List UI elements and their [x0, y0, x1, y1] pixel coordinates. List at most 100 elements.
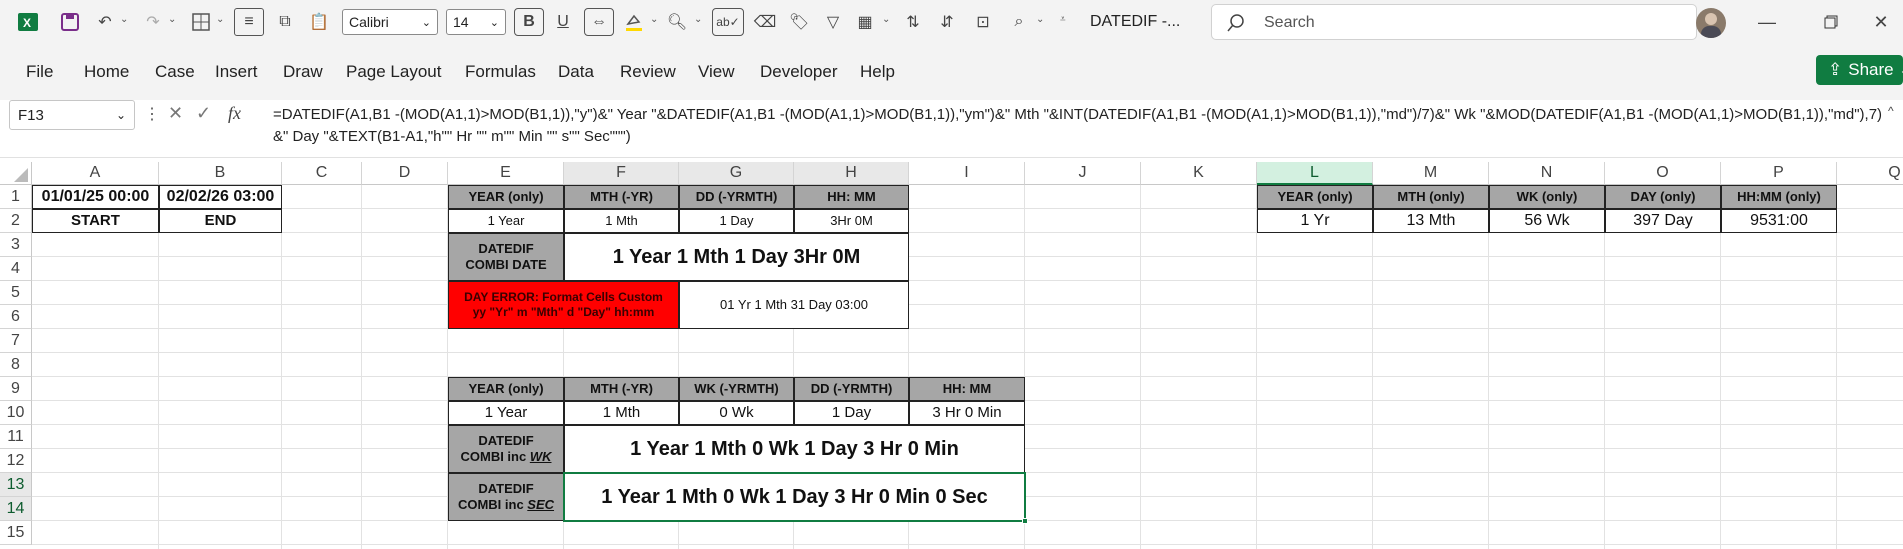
table1-error-value[interactable]: 01 Yr 1 Mth 31 Day 03:00	[679, 281, 909, 329]
freeze-panes-icon[interactable]: ⊡	[970, 8, 996, 36]
column-header-q[interactable]: Q	[1837, 162, 1903, 185]
table3-header[interactable]: YEAR (only)	[1257, 185, 1373, 209]
cell-a1-start-date[interactable]: 01/01/25 00:00	[32, 185, 159, 209]
tab-data[interactable]: Data	[558, 62, 594, 82]
column-header-b[interactable]: B	[159, 162, 282, 185]
column-header-p[interactable]: P	[1721, 162, 1837, 185]
more-options-icon[interactable]: ⋮	[144, 104, 160, 124]
tab-developer[interactable]: Developer	[760, 62, 838, 82]
font-size-select[interactable]: 14 ⌄	[446, 9, 506, 35]
column-header-l[interactable]: L	[1257, 162, 1373, 185]
copy-icon[interactable]: ⧉	[272, 8, 298, 36]
save-icon[interactable]	[56, 8, 84, 36]
column-header-a[interactable]: A	[32, 162, 159, 185]
column-header-d[interactable]: D	[362, 162, 448, 185]
table1-combi-value[interactable]: 1 Year 1 Mth 1 Day 3Hr 0M	[564, 233, 909, 281]
table2-wk-label[interactable]: DATEDIF COMBI inc WK	[448, 425, 564, 473]
row-header-2[interactable]: 2	[0, 209, 32, 233]
borders-dropdown-icon[interactable]: ⌄	[216, 14, 224, 25]
table1-header[interactable]: DD (-YRMTH)	[679, 185, 794, 209]
row-header-14[interactable]: 14	[0, 497, 32, 521]
underline-icon[interactable]: U	[552, 8, 574, 36]
table1-header[interactable]: MTH (-YR)	[564, 185, 679, 209]
row-header-5[interactable]: 5	[0, 281, 32, 305]
filter-icon[interactable]: ▽	[820, 8, 846, 36]
cell-b1-end-date[interactable]: 02/02/26 03:00	[159, 185, 282, 209]
table2-sec-value[interactable]: 1 Year 1 Mth 0 Wk 1 Day 3 Hr 0 Min 0 Sec	[564, 473, 1025, 521]
wrap-text-icon[interactable]: ⇔	[584, 8, 614, 36]
minimize-icon[interactable]: —	[1752, 8, 1782, 36]
close-icon[interactable]: ✕	[1866, 8, 1896, 36]
spelling-icon[interactable]: ab✓	[712, 8, 744, 36]
row-header-10[interactable]: 10	[0, 401, 32, 425]
fill-color-icon[interactable]	[622, 8, 646, 36]
avatar[interactable]	[1696, 8, 1726, 38]
table1-value[interactable]: 1 Mth	[564, 209, 679, 233]
tag-icon[interactable]: 🏷︎	[786, 8, 812, 36]
worksheet-grid[interactable]: ABCDEFGHIJKLMNOPQ 1 2 3 4 5 6 7 8 9 10 11 12 13 14 15 …	[0, 162, 1903, 549]
table3-value[interactable]: 9531:00	[1721, 209, 1837, 233]
column-header-g[interactable]: G	[679, 162, 794, 185]
share-button[interactable]: ⇪ Share ⌄	[1816, 55, 1903, 85]
table2-sec-label[interactable]: DATEDIF COMBI inc SEC	[448, 473, 564, 521]
table3-header[interactable]: DAY (only)	[1605, 185, 1721, 209]
find-icon[interactable]: 🔍︎	[664, 8, 690, 36]
row-header-13[interactable]: 13	[0, 473, 32, 497]
table2-value[interactable]: 3 Hr 0 Min	[909, 401, 1025, 425]
row-header-11[interactable]: 11	[0, 425, 32, 449]
table2-header[interactable]: MTH (-YR)	[564, 377, 679, 401]
redo-dropdown-icon[interactable]: ⌄	[168, 14, 176, 25]
tab-file[interactable]: File	[26, 62, 53, 82]
row-header-7[interactable]: 7	[0, 329, 32, 353]
column-header-j[interactable]: J	[1025, 162, 1141, 185]
column-header-o[interactable]: O	[1605, 162, 1721, 185]
table2-header[interactable]: YEAR (only)	[448, 377, 564, 401]
customize-toolbar-icon[interactable]: ⩡	[1060, 14, 1066, 25]
row-header-4[interactable]: 4	[0, 257, 32, 281]
table2-value[interactable]: 1 Day	[794, 401, 909, 425]
insert-function-icon[interactable]: fx	[228, 103, 241, 124]
column-header-c[interactable]: C	[282, 162, 362, 185]
cell-b2-end-label[interactable]: END	[159, 209, 282, 233]
column-header-e[interactable]: E	[448, 162, 564, 185]
table1-error-label[interactable]: DAY ERROR: Format Cells Custom yy "Yr" m …	[448, 281, 679, 329]
restore-icon[interactable]	[1816, 8, 1846, 36]
fill-handle[interactable]	[1022, 518, 1028, 524]
table1-value[interactable]: 1 Year	[448, 209, 564, 233]
table3-header[interactable]: HH:MM (only)	[1721, 185, 1837, 209]
table-format-dropdown-icon[interactable]: ⌄	[882, 14, 890, 25]
table2-header[interactable]: DD (-YRMTH)	[794, 377, 909, 401]
table3-value[interactable]: 56 Wk	[1489, 209, 1605, 233]
align-left-icon[interactable]: ≡	[234, 8, 264, 36]
redo-icon[interactable]: ↷	[140, 8, 166, 36]
cancel-entry-icon[interactable]: ✕	[168, 103, 183, 124]
lookup-icon[interactable]: ⌕	[1006, 8, 1032, 36]
lookup-dropdown-icon[interactable]: ⌄	[1036, 14, 1044, 25]
table3-value[interactable]: 1 Yr	[1257, 209, 1373, 233]
search-box[interactable]: Search	[1211, 4, 1697, 40]
table3-value[interactable]: 397 Day	[1605, 209, 1721, 233]
row-header-6[interactable]: 6	[0, 305, 32, 329]
find-dropdown-icon[interactable]: ⌄	[694, 14, 702, 25]
row-header-3[interactable]: 3	[0, 233, 32, 257]
tab-case[interactable]: Case	[155, 62, 195, 82]
row-header-9[interactable]: 9	[0, 377, 32, 401]
select-all-corner[interactable]	[0, 162, 32, 185]
tab-draw[interactable]: Draw	[283, 62, 323, 82]
table3-header[interactable]: WK (only)	[1489, 185, 1605, 209]
row-header-1[interactable]: 1	[0, 185, 32, 209]
column-header-i[interactable]: I	[909, 162, 1025, 185]
table1-header[interactable]: HH: MM	[794, 185, 909, 209]
tab-page-layout[interactable]: Page Layout	[346, 62, 441, 82]
table1-header[interactable]: YEAR (only)	[448, 185, 564, 209]
tab-help[interactable]: Help	[860, 62, 895, 82]
table1-value[interactable]: 3Hr 0M	[794, 209, 909, 233]
table2-header[interactable]: WK (-YRMTH)	[679, 377, 794, 401]
bold-icon[interactable]: B	[514, 8, 544, 36]
table1-value[interactable]: 1 Day	[679, 209, 794, 233]
font-name-select[interactable]: Calibri ⌄	[342, 9, 438, 35]
table2-header[interactable]: HH: MM	[909, 377, 1025, 401]
fill-color-dropdown-icon[interactable]: ⌄	[650, 14, 658, 25]
column-header-f[interactable]: F	[564, 162, 679, 185]
tab-home[interactable]: Home	[84, 62, 129, 82]
